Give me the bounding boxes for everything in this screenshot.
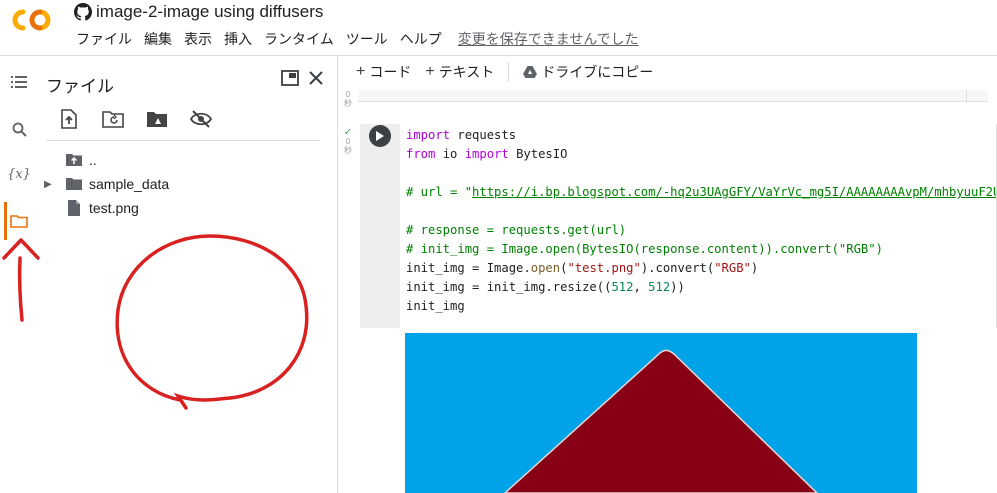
code-token: BytesIO (508, 147, 568, 161)
file-tree: .. ▶ sample_data test.png (38, 148, 338, 220)
previous-cell-border (966, 90, 967, 103)
file-tree-label: .. (89, 152, 97, 168)
code-line: from io import BytesIO (406, 145, 996, 164)
code-comment: # response = requests.get(url) (406, 223, 627, 237)
code-token: ) (750, 261, 759, 275)
file-panel-divider (46, 140, 320, 141)
mount-drive-icon[interactable] (146, 108, 168, 130)
code-line: # init_img = Image.open(BytesIO(response… (406, 240, 996, 259)
search-icon[interactable] (8, 118, 30, 140)
file-tree-row-sample-data[interactable]: ▶ sample_data (38, 172, 338, 196)
hide-icon[interactable] (190, 108, 212, 130)
open-in-tab-icon[interactable] (281, 70, 299, 86)
folder-icon[interactable] (8, 210, 30, 232)
add-code-label: コード (369, 64, 412, 80)
code-line: init_img (406, 297, 996, 316)
file-panel: ファイル .. ▶ sample_data test.png (38, 56, 338, 493)
menu-insert[interactable]: 挿入 (218, 29, 258, 49)
notebook-title[interactable]: image-2-image using diffusers (96, 2, 323, 22)
cell-exec-count: 0 (345, 137, 351, 146)
notebook-area: + コード + テキスト ドライブにコピー 0 秒 ✓ 0 秒 import r… (338, 56, 997, 493)
code-line: # response = requests.get(url) (406, 221, 996, 240)
code-string: "test.png" (567, 261, 641, 275)
left-rail: {x} (0, 56, 38, 493)
file-tree-row-parent[interactable]: .. (38, 148, 338, 172)
menu-bar: ファイル 編集 表示 挿入 ランタイム ツール ヘルプ 変更を保存できませんでし… (70, 29, 645, 49)
code-token: init_img (406, 299, 465, 313)
menu-file[interactable]: ファイル (70, 29, 138, 49)
prev-exec-meta: 0 秒 (343, 90, 353, 108)
plus-icon: + (356, 63, 366, 80)
notebook-toolbar: + コード + テキスト ドライブにコピー (338, 56, 997, 88)
file-panel-title: ファイル (46, 77, 114, 96)
code-line: init_img = init_img.resize((512, 512)) (406, 278, 996, 297)
plus-icon: + (425, 63, 435, 80)
upload-icon[interactable] (58, 108, 80, 130)
code-token: ).convert( (640, 261, 715, 275)
copy-to-drive-button[interactable]: ドライブにコピー (523, 62, 653, 82)
add-code-button[interactable]: + コード (356, 62, 411, 82)
code-line: init_img = Image.open("test.png").conver… (406, 259, 996, 278)
code-number: 512 (648, 280, 671, 294)
file-tree-label: sample_data (89, 176, 170, 192)
code-comment: # init_img = Image.open(BytesIO(response… (406, 242, 883, 256)
refresh-folder-icon[interactable] (102, 108, 124, 130)
code-token: from (406, 147, 436, 161)
close-icon[interactable] (309, 71, 323, 85)
code-token: import (406, 128, 451, 142)
active-tab-indicator (4, 202, 7, 240)
menu-help[interactable]: ヘルプ (394, 29, 448, 49)
add-text-button[interactable]: + テキスト (425, 62, 494, 82)
file-icon (64, 198, 84, 218)
code-token: io (435, 147, 465, 161)
menu-runtime[interactable]: ランタイム (258, 29, 340, 49)
code-token: import (464, 147, 509, 161)
code-token: , (633, 280, 649, 294)
file-tree-row-test-png[interactable]: test.png (38, 196, 338, 220)
mountain-image (405, 333, 917, 493)
toolbar-separator (508, 62, 510, 82)
exec-success-icon: ✓ (343, 127, 353, 138)
prev-exec-unit: 秒 (344, 99, 352, 108)
code-url-link[interactable]: https://i.bp.blogspot.com/-hq2u3UAgGFY/V… (472, 185, 996, 199)
previous-cell[interactable] (358, 90, 988, 102)
code-editor[interactable]: import requests from io import BytesIO # u… (400, 124, 997, 328)
code-string: "RGB" (714, 261, 751, 275)
menu-view[interactable]: 表示 (178, 29, 218, 49)
drive-icon (523, 66, 538, 78)
parent-folder-icon (64, 150, 84, 170)
folder-icon (64, 174, 84, 194)
code-token: init_img = init_img.resize(( (406, 280, 612, 294)
prev-exec-count: 0 (345, 90, 351, 99)
cell-gutter (360, 124, 400, 328)
menu-tools[interactable]: ツール (340, 29, 394, 49)
code-number: 512 (611, 280, 634, 294)
cell-exec-meta: ✓ 0 秒 (343, 127, 353, 156)
code-line: # url = "https://i.bp.blogspot.com/-hq2u… (406, 183, 996, 202)
code-token: requests (450, 128, 517, 142)
github-icon (74, 3, 92, 21)
expand-caret-icon[interactable]: ▶ (44, 179, 54, 190)
code-comment: # url = " (406, 185, 473, 199)
variables-icon[interactable]: {x} (6, 163, 32, 185)
unsaved-notice-link[interactable]: 変更を保存できませんでした (452, 29, 645, 49)
colab-header: image-2-image using diffusers ファイル 編集 表示… (0, 0, 997, 56)
code-token: )) (670, 280, 685, 294)
cell-output-image (405, 333, 917, 493)
file-tree-label: test.png (89, 200, 139, 216)
play-icon (376, 131, 384, 141)
cell-exec-unit: 秒 (344, 146, 352, 155)
run-cell-button[interactable] (369, 125, 391, 147)
code-token: open (530, 261, 561, 275)
code-cell[interactable]: import requests from io import BytesIO # u… (360, 124, 997, 328)
menu-edit[interactable]: 編集 (138, 29, 178, 49)
copy-to-drive-label: ドライブにコピー (541, 64, 654, 80)
toc-icon[interactable] (8, 71, 30, 93)
add-text-label: テキスト (438, 64, 495, 80)
code-line: import requests (406, 126, 996, 145)
code-token: init_img = Image. (406, 261, 531, 275)
colab-logo[interactable] (10, 6, 58, 34)
